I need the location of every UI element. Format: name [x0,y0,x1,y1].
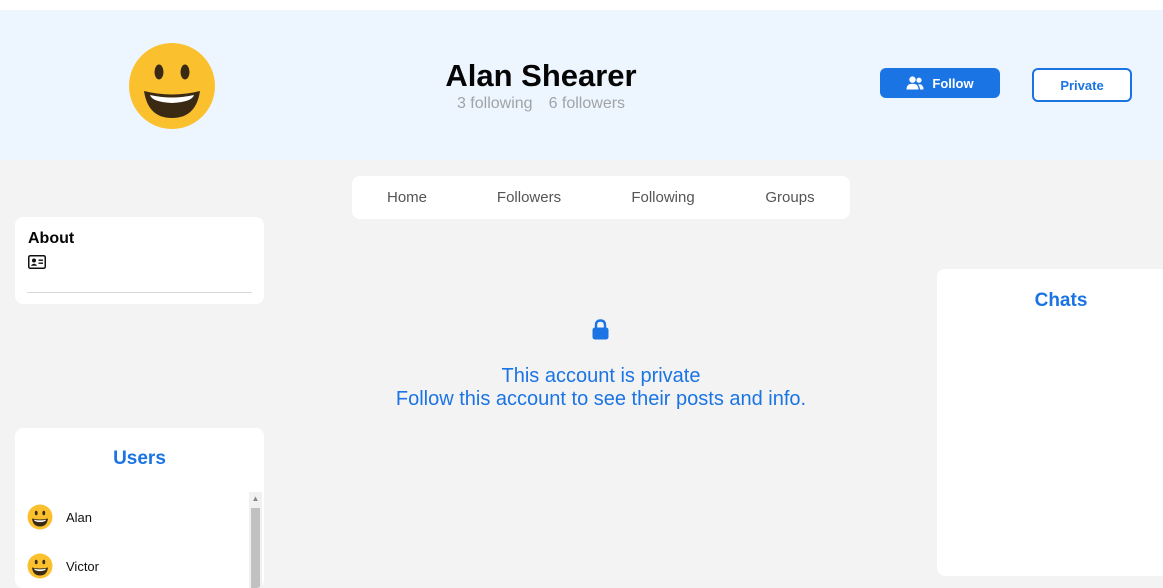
follow-button[interactable]: Follow [880,68,1000,98]
private-account-message: This account is private Follow this acco… [352,365,850,411]
user-name: Victor [66,559,99,574]
tab-home[interactable]: Home [352,176,462,219]
following-count[interactable]: 3 following [457,95,533,112]
profile-tabs: Home Followers Following Groups [352,176,850,219]
profile-name: Alan Shearer [445,58,637,93]
tab-following[interactable]: Following [596,176,730,219]
tab-groups[interactable]: Groups [730,176,850,219]
grinning-face-icon [27,504,53,530]
private-message-detail: Follow this account to see their posts a… [395,388,807,410]
scrollbar-thumb[interactable] [251,508,260,588]
chats-title: Chats [1034,290,1088,311]
scroll-up-arrow-icon[interactable]: ▲ [249,492,262,506]
followers-count[interactable]: 6 followers [549,95,625,112]
chats-card: Chats [937,269,1163,576]
id-card-icon [28,255,46,269]
privacy-button[interactable]: Private [1032,68,1132,102]
profile-header: Alan Shearer 3 following 6 followers Foll… [0,10,1163,160]
about-title: About [28,230,75,247]
tab-followers[interactable]: Followers [462,176,596,219]
users-title: Users [113,448,166,469]
private-message-title: This account is private [501,365,701,387]
lock-icon [592,319,609,340]
user-list-item[interactable]: Victor [15,546,249,586]
profile-counts: 3 following 6 followers [380,95,702,113]
about-card: About [15,217,264,304]
users-scrollbar[interactable]: ▲ [249,492,262,588]
user-list-item[interactable]: Alan [15,497,249,537]
follow-button-label: Follow [932,75,974,91]
users-card: Users Alan Victor ▲ [15,428,264,588]
about-divider [27,292,252,293]
top-strip [0,0,1163,10]
user-group-icon [906,76,924,90]
grinning-face-icon [129,43,215,129]
user-name: Alan [66,510,93,525]
grinning-face-icon [27,553,53,579]
